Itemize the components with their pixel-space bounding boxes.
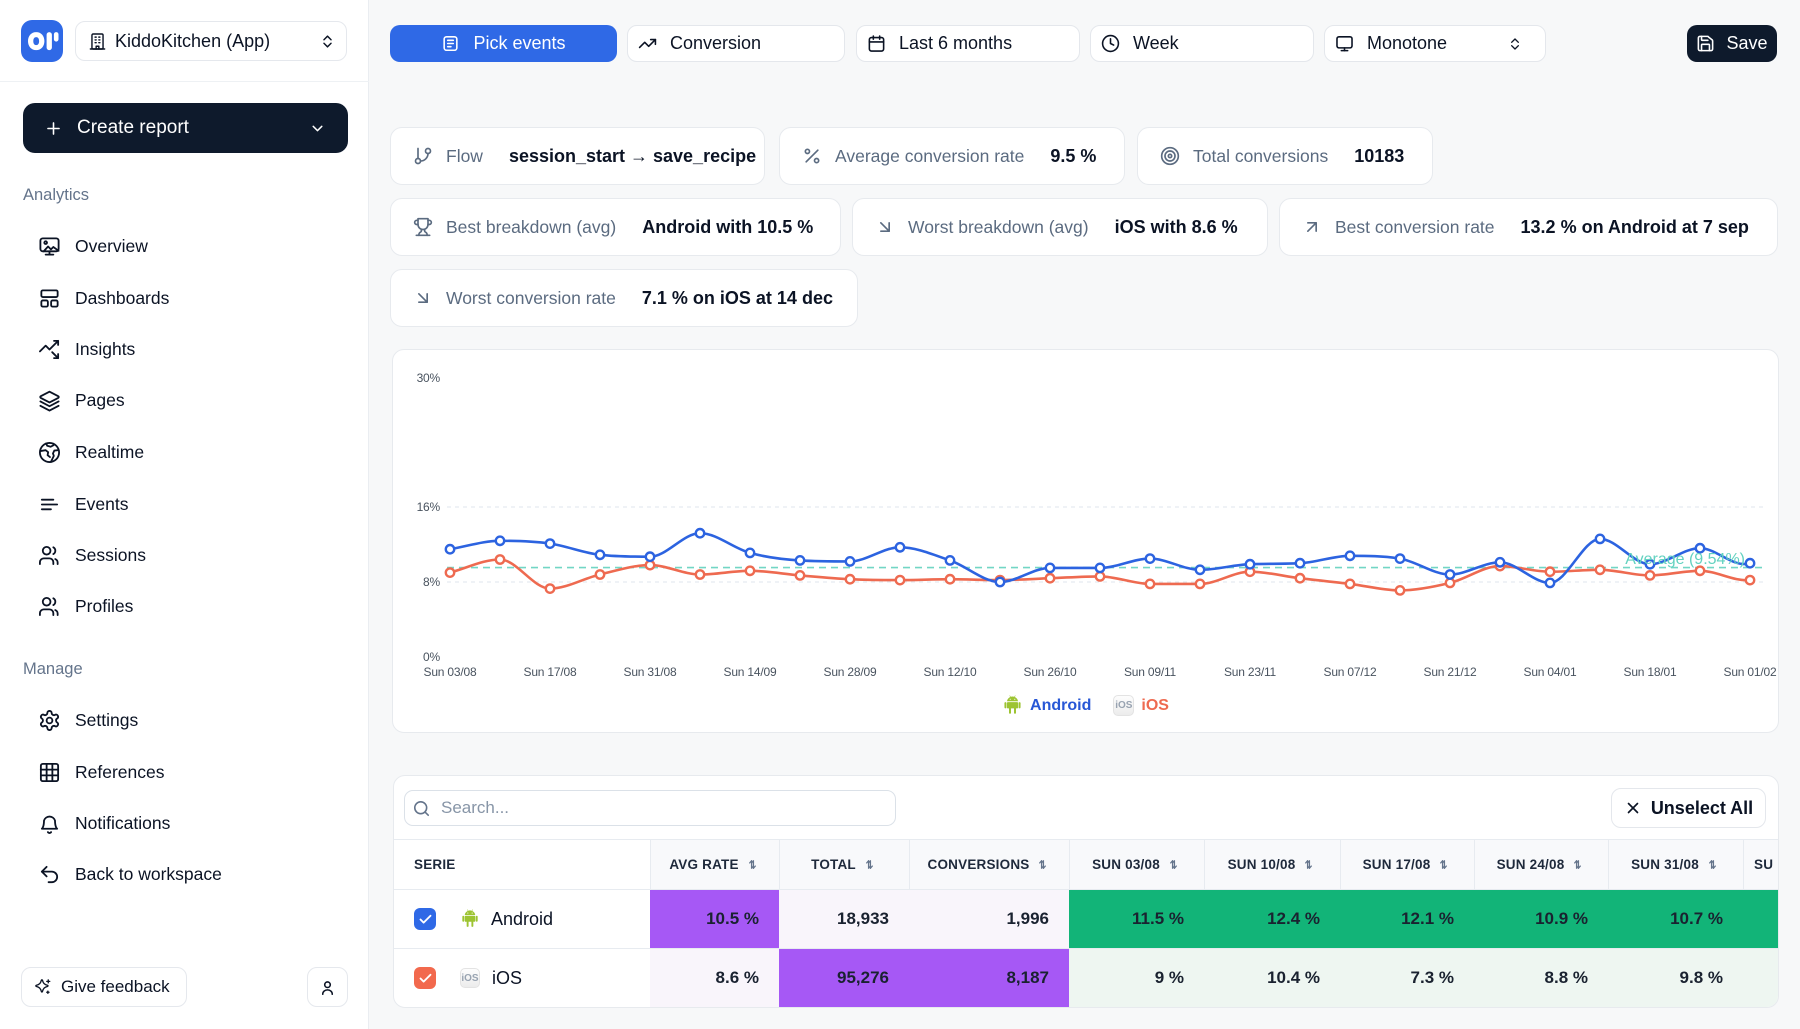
svg-text:Sun 12/10: Sun 12/10 [924,665,977,679]
svg-text:Sun 17/08: Sun 17/08 [524,665,577,679]
svg-text:Sun 18/01: Sun 18/01 [1624,665,1677,679]
svg-text:Sun 23/11: Sun 23/11 [1224,665,1277,679]
svg-text:16%: 16% [417,500,441,514]
svg-text:Sun 03/08: Sun 03/08 [424,665,477,679]
svg-text:Sun 09/11: Sun 09/11 [1124,665,1177,679]
svg-text:Sun 04/01: Sun 04/01 [1524,665,1577,679]
svg-text:Sun 31/08: Sun 31/08 [624,665,677,679]
svg-text:Average (9.54%): Average (9.54%) [1625,551,1745,568]
svg-text:Sun 14/09: Sun 14/09 [724,665,777,679]
svg-text:30%: 30% [417,371,441,385]
svg-text:Sun 21/12: Sun 21/12 [1424,665,1477,679]
svg-text:Sun 07/12: Sun 07/12 [1324,665,1377,679]
svg-text:0%: 0% [423,650,440,664]
svg-text:Sun 01/02: Sun 01/02 [1724,665,1777,679]
svg-text:8%: 8% [423,575,440,589]
svg-text:Sun 28/09: Sun 28/09 [824,665,877,679]
svg-text:Sun 26/10: Sun 26/10 [1024,665,1077,679]
